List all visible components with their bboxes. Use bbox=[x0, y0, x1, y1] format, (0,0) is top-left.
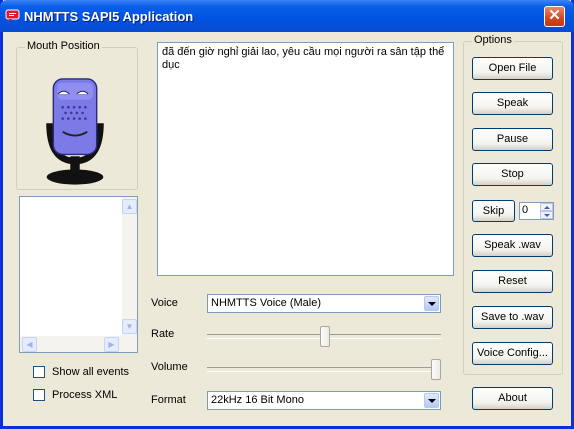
format-value: 22kHz 16 Bit Mono bbox=[211, 394, 304, 406]
about-button[interactable]: About bbox=[472, 387, 553, 410]
mouth-position-label: Mouth Position bbox=[25, 40, 102, 52]
scroll-down-button[interactable]: ▼ bbox=[122, 319, 137, 334]
spin-down-icon[interactable] bbox=[540, 211, 553, 219]
process-xml-checkbox[interactable] bbox=[33, 389, 45, 401]
scroll-up-button[interactable]: ▲ bbox=[122, 199, 137, 214]
close-button[interactable]: ✕ bbox=[544, 6, 565, 27]
app-icon bbox=[5, 9, 20, 22]
pause-button[interactable]: Pause bbox=[472, 128, 553, 151]
volume-slider-thumb[interactable] bbox=[431, 359, 441, 380]
format-label: Format bbox=[151, 394, 186, 406]
voice-select[interactable]: NHMTTS Voice (Male) bbox=[207, 294, 441, 313]
process-xml-label: Process XML bbox=[52, 389, 118, 401]
voice-value: NHMTTS Voice (Male) bbox=[211, 297, 322, 309]
save-to-wav-button[interactable]: Save to .wav bbox=[472, 306, 553, 329]
scroll-left-button[interactable]: ◀ bbox=[22, 337, 37, 352]
spin-up-icon[interactable] bbox=[540, 203, 553, 211]
rate-slider-thumb[interactable] bbox=[320, 326, 330, 347]
stop-button[interactable]: Stop bbox=[472, 163, 553, 186]
options-label: Options bbox=[472, 34, 514, 46]
horizontal-scrollbar[interactable]: ◀ ▶ bbox=[20, 336, 137, 352]
show-all-events-checkbox[interactable] bbox=[33, 366, 45, 378]
reset-button[interactable]: Reset bbox=[472, 270, 553, 293]
chevron-down-icon[interactable] bbox=[424, 393, 439, 408]
chevron-down-icon[interactable] bbox=[424, 296, 439, 311]
format-select[interactable]: 22kHz 16 Bit Mono bbox=[207, 391, 441, 410]
window-title: NHMTTS SAPI5 Application bbox=[24, 9, 194, 24]
show-all-events-label: Show all events bbox=[52, 366, 130, 378]
voice-config-button[interactable]: Voice Config... bbox=[472, 342, 553, 365]
skip-count-value: 0 bbox=[522, 204, 529, 216]
title-bar[interactable]: NHMTTS SAPI5 Application ✕ bbox=[0, 0, 574, 32]
scroll-right-button[interactable]: ▶ bbox=[104, 337, 119, 352]
volume-slider-track[interactable] bbox=[207, 367, 441, 372]
mouth-position-group: Mouth Position bbox=[16, 40, 138, 190]
text-input-area[interactable]: đã đến giờ nghỉ giải lao, yêu cầu mọi ng… bbox=[157, 42, 454, 276]
vertical-scrollbar[interactable]: ▲ ▼ bbox=[122, 197, 137, 336]
skip-button[interactable]: Skip bbox=[472, 200, 515, 222]
voice-label: Voice bbox=[151, 297, 178, 309]
rate-label: Rate bbox=[151, 328, 175, 340]
microphone-face-icon bbox=[46, 78, 104, 185]
volume-label: Volume bbox=[151, 361, 188, 373]
speak-button[interactable]: Speak bbox=[472, 92, 553, 115]
events-listbox[interactable]: ▲ ▼ ◀ ▶ bbox=[19, 196, 138, 353]
skip-count-spinner[interactable]: 0 bbox=[519, 202, 554, 220]
open-file-button[interactable]: Open File bbox=[472, 57, 553, 80]
speak-wav-button[interactable]: Speak .wav bbox=[472, 234, 553, 257]
close-icon: ✕ bbox=[548, 7, 561, 24]
app-window: NHMTTS SAPI5 Application ✕ Mouth Positio… bbox=[0, 0, 574, 429]
